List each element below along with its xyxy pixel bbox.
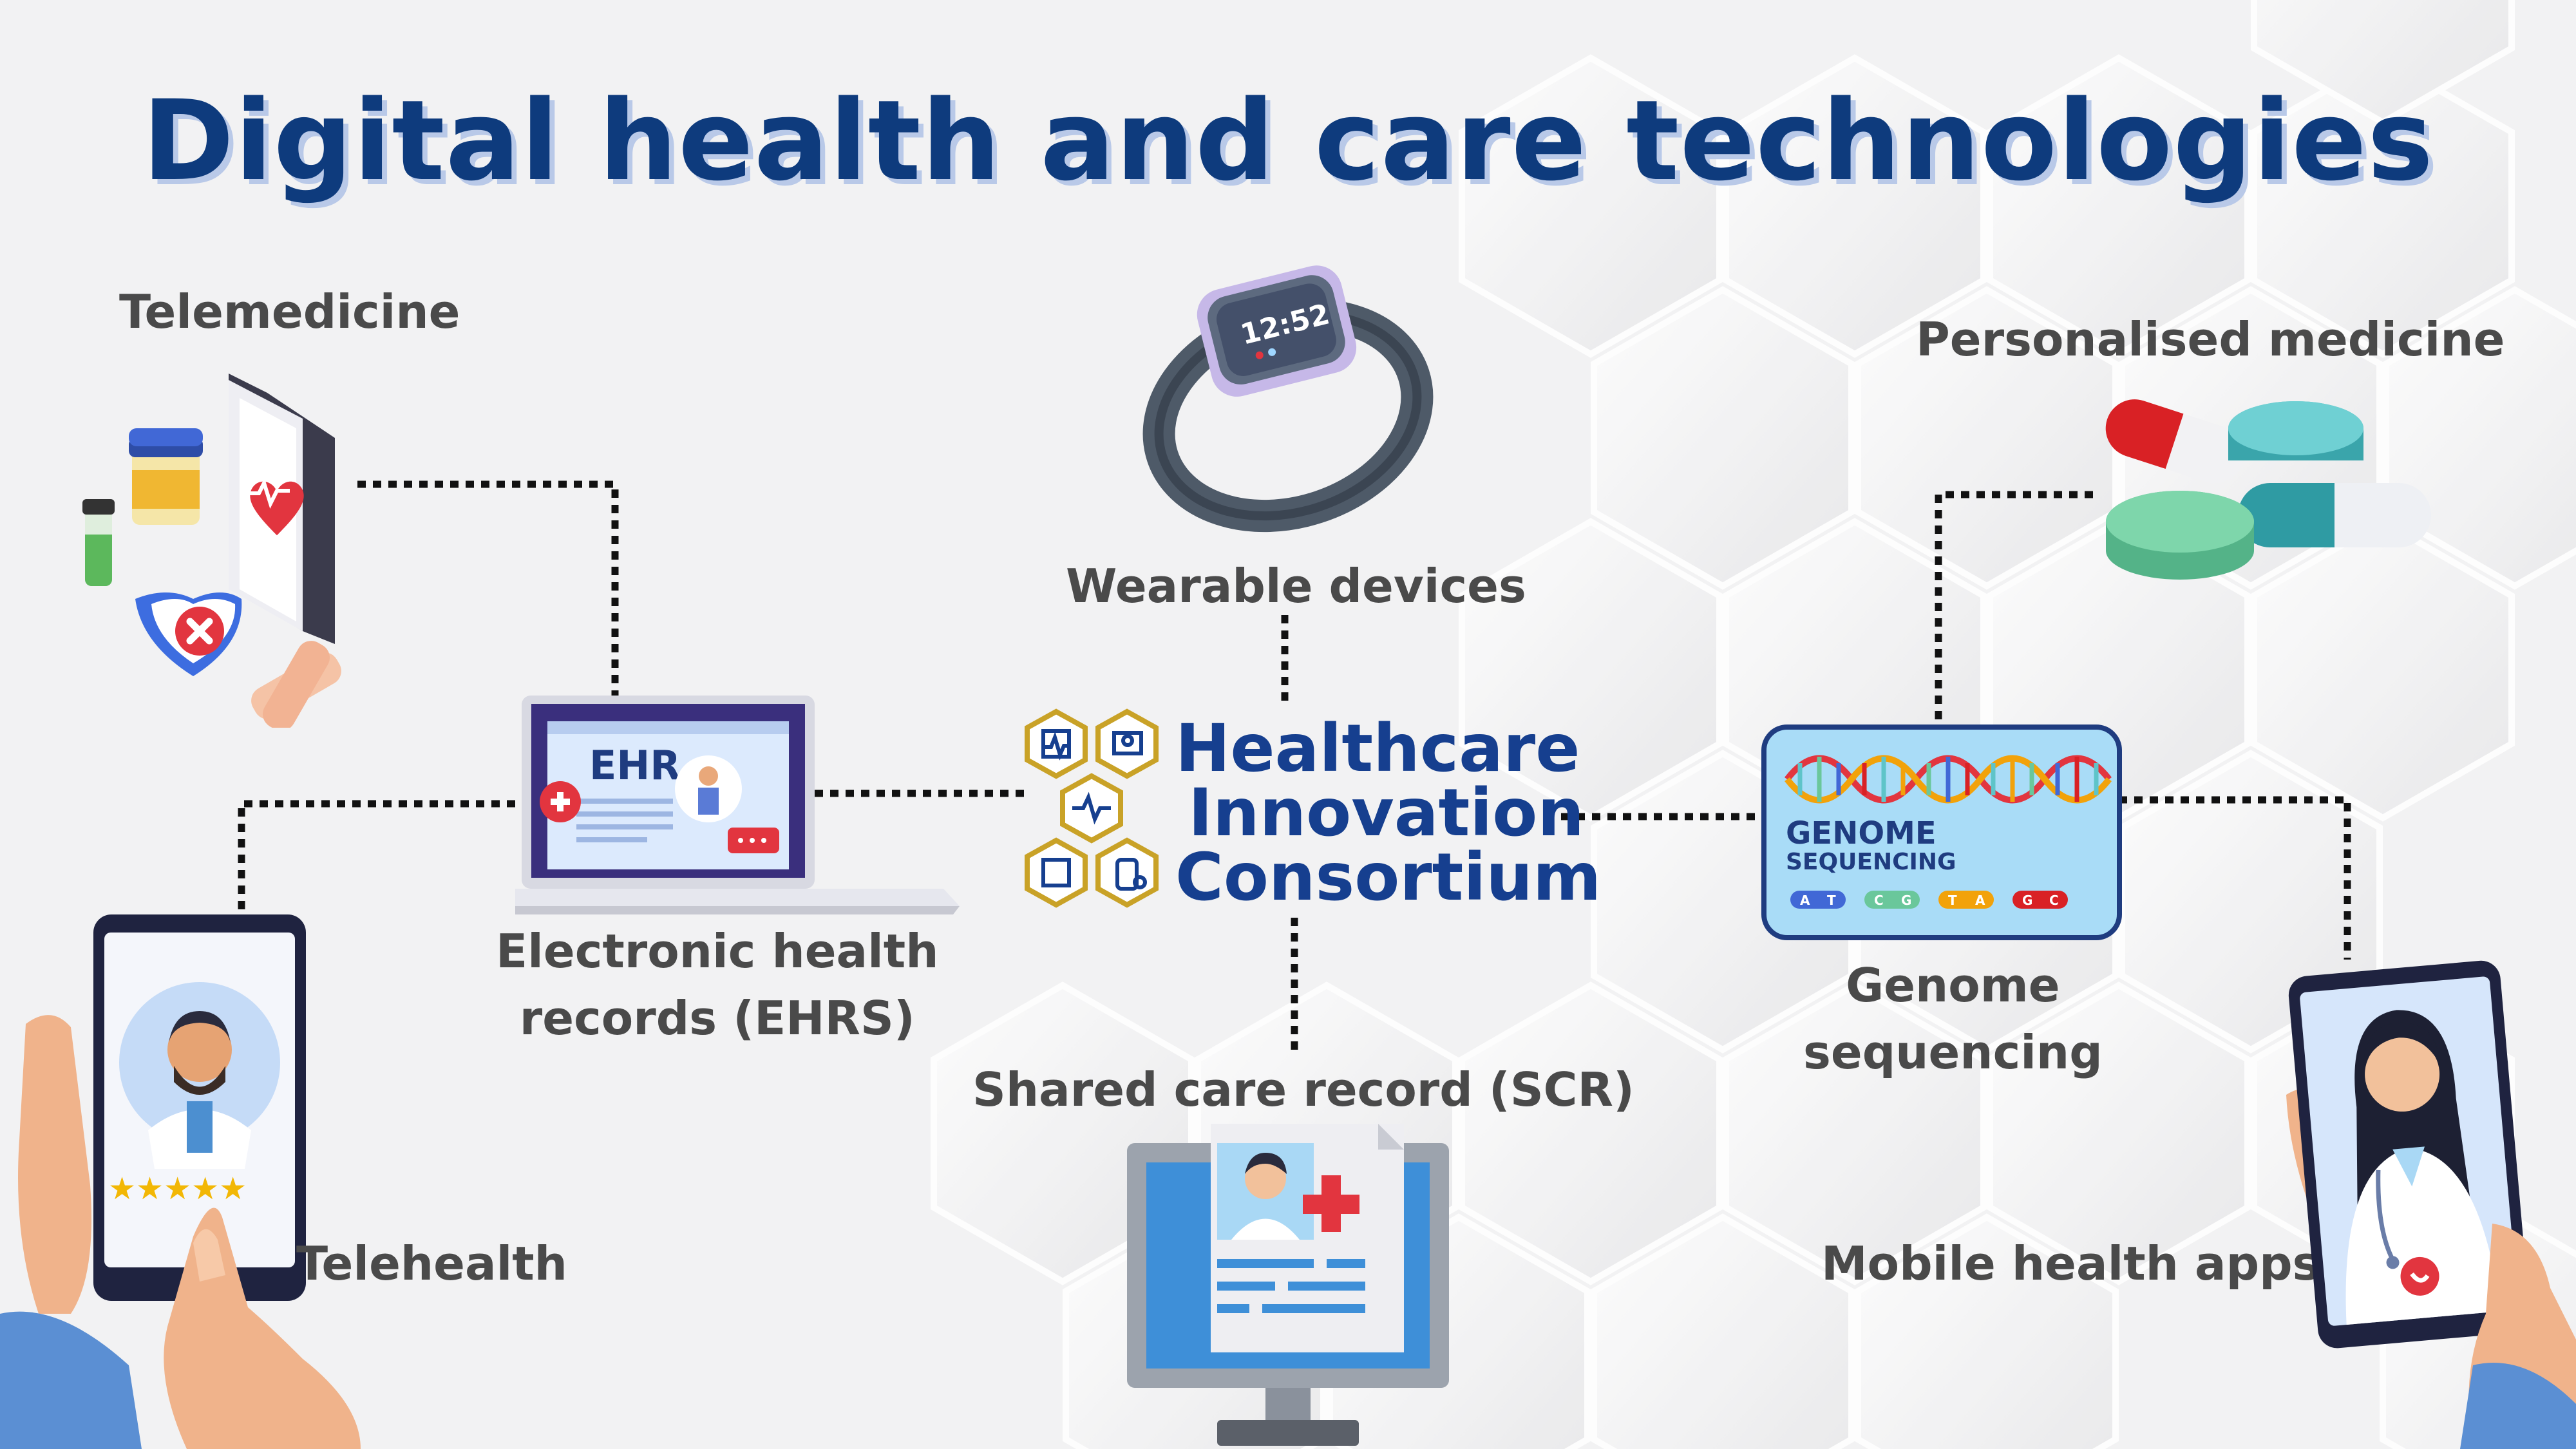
genome-base-chip	[2012, 891, 2068, 909]
ehrs-label-line1: Electronic health	[496, 924, 939, 978]
phone-doctor-icon: ★★★★★	[0, 914, 361, 1449]
page-title: Digital health and care technologies	[142, 76, 2434, 205]
genome-base-label: C	[2049, 893, 2059, 908]
genome-label-line2: sequencing	[1803, 1025, 2103, 1080]
logo-hexagons-icon	[1025, 708, 1159, 908]
genome-base-label: G	[1901, 893, 1911, 908]
connector-personalised-genome	[1935, 491, 2093, 724]
genome-base-label: T	[1948, 893, 1957, 908]
phone-female-doctor-icon	[2286, 960, 2576, 1449]
ehrs-label-line2: records (EHRS)	[519, 991, 915, 1046]
telemedicine-label: Telemedicine	[119, 285, 460, 339]
genome-base-chip	[1790, 891, 1846, 909]
laptop-ehr-icon: EHR	[515, 696, 960, 914]
genome-base-label: T	[1827, 893, 1836, 908]
scr-label: Shared care record (SCR)	[972, 1063, 1634, 1117]
genome-card-line1: GENOME	[1786, 815, 1937, 851]
genome-base-label: A	[1800, 893, 1810, 908]
connector-ehrs-telehealth	[238, 800, 515, 927]
genome-card-line2: SEQUENCING	[1786, 849, 1956, 875]
genome-base-label: A	[1975, 893, 1985, 908]
dna-card-icon: GENOME SEQUENCING A T C G T A G C	[1761, 724, 2122, 940]
genome-label: Genome sequencing	[1803, 952, 2103, 1086]
logo-line2: Innovation	[1188, 775, 1584, 851]
genome-base-chip	[1938, 891, 1994, 909]
genome-base-label: G	[2022, 893, 2032, 908]
infographic: Digital health and care technologies Tel…	[0, 0, 2576, 1449]
rating-stars: ★★★★★	[108, 1171, 247, 1207]
smartwatch-icon: 12:52	[1142, 265, 1434, 533]
tablet-heart-icon	[82, 374, 341, 728]
pills-icon	[2105, 399, 2431, 580]
laptop-ehr-text: EHR	[589, 742, 681, 789]
ehrs-label: Electronic health records (EHRS)	[496, 918, 938, 1052]
monitor-patient-icon	[1127, 1124, 1449, 1446]
mobile-label: Mobile health apps	[1821, 1236, 2320, 1291]
telehealth-label: Telehealth	[296, 1236, 567, 1291]
genome-base-label: C	[1874, 893, 1884, 908]
genome-label-line1: Genome	[1846, 958, 2060, 1012]
logo-line1: Healthcare	[1175, 710, 1580, 787]
wearable-label: Wearable devices	[1066, 559, 1526, 613]
logo-line3: Consortium	[1175, 839, 1602, 916]
connector-genome-mobile	[2119, 796, 2351, 960]
personalised-label: Personalised medicine	[1916, 312, 2505, 366]
